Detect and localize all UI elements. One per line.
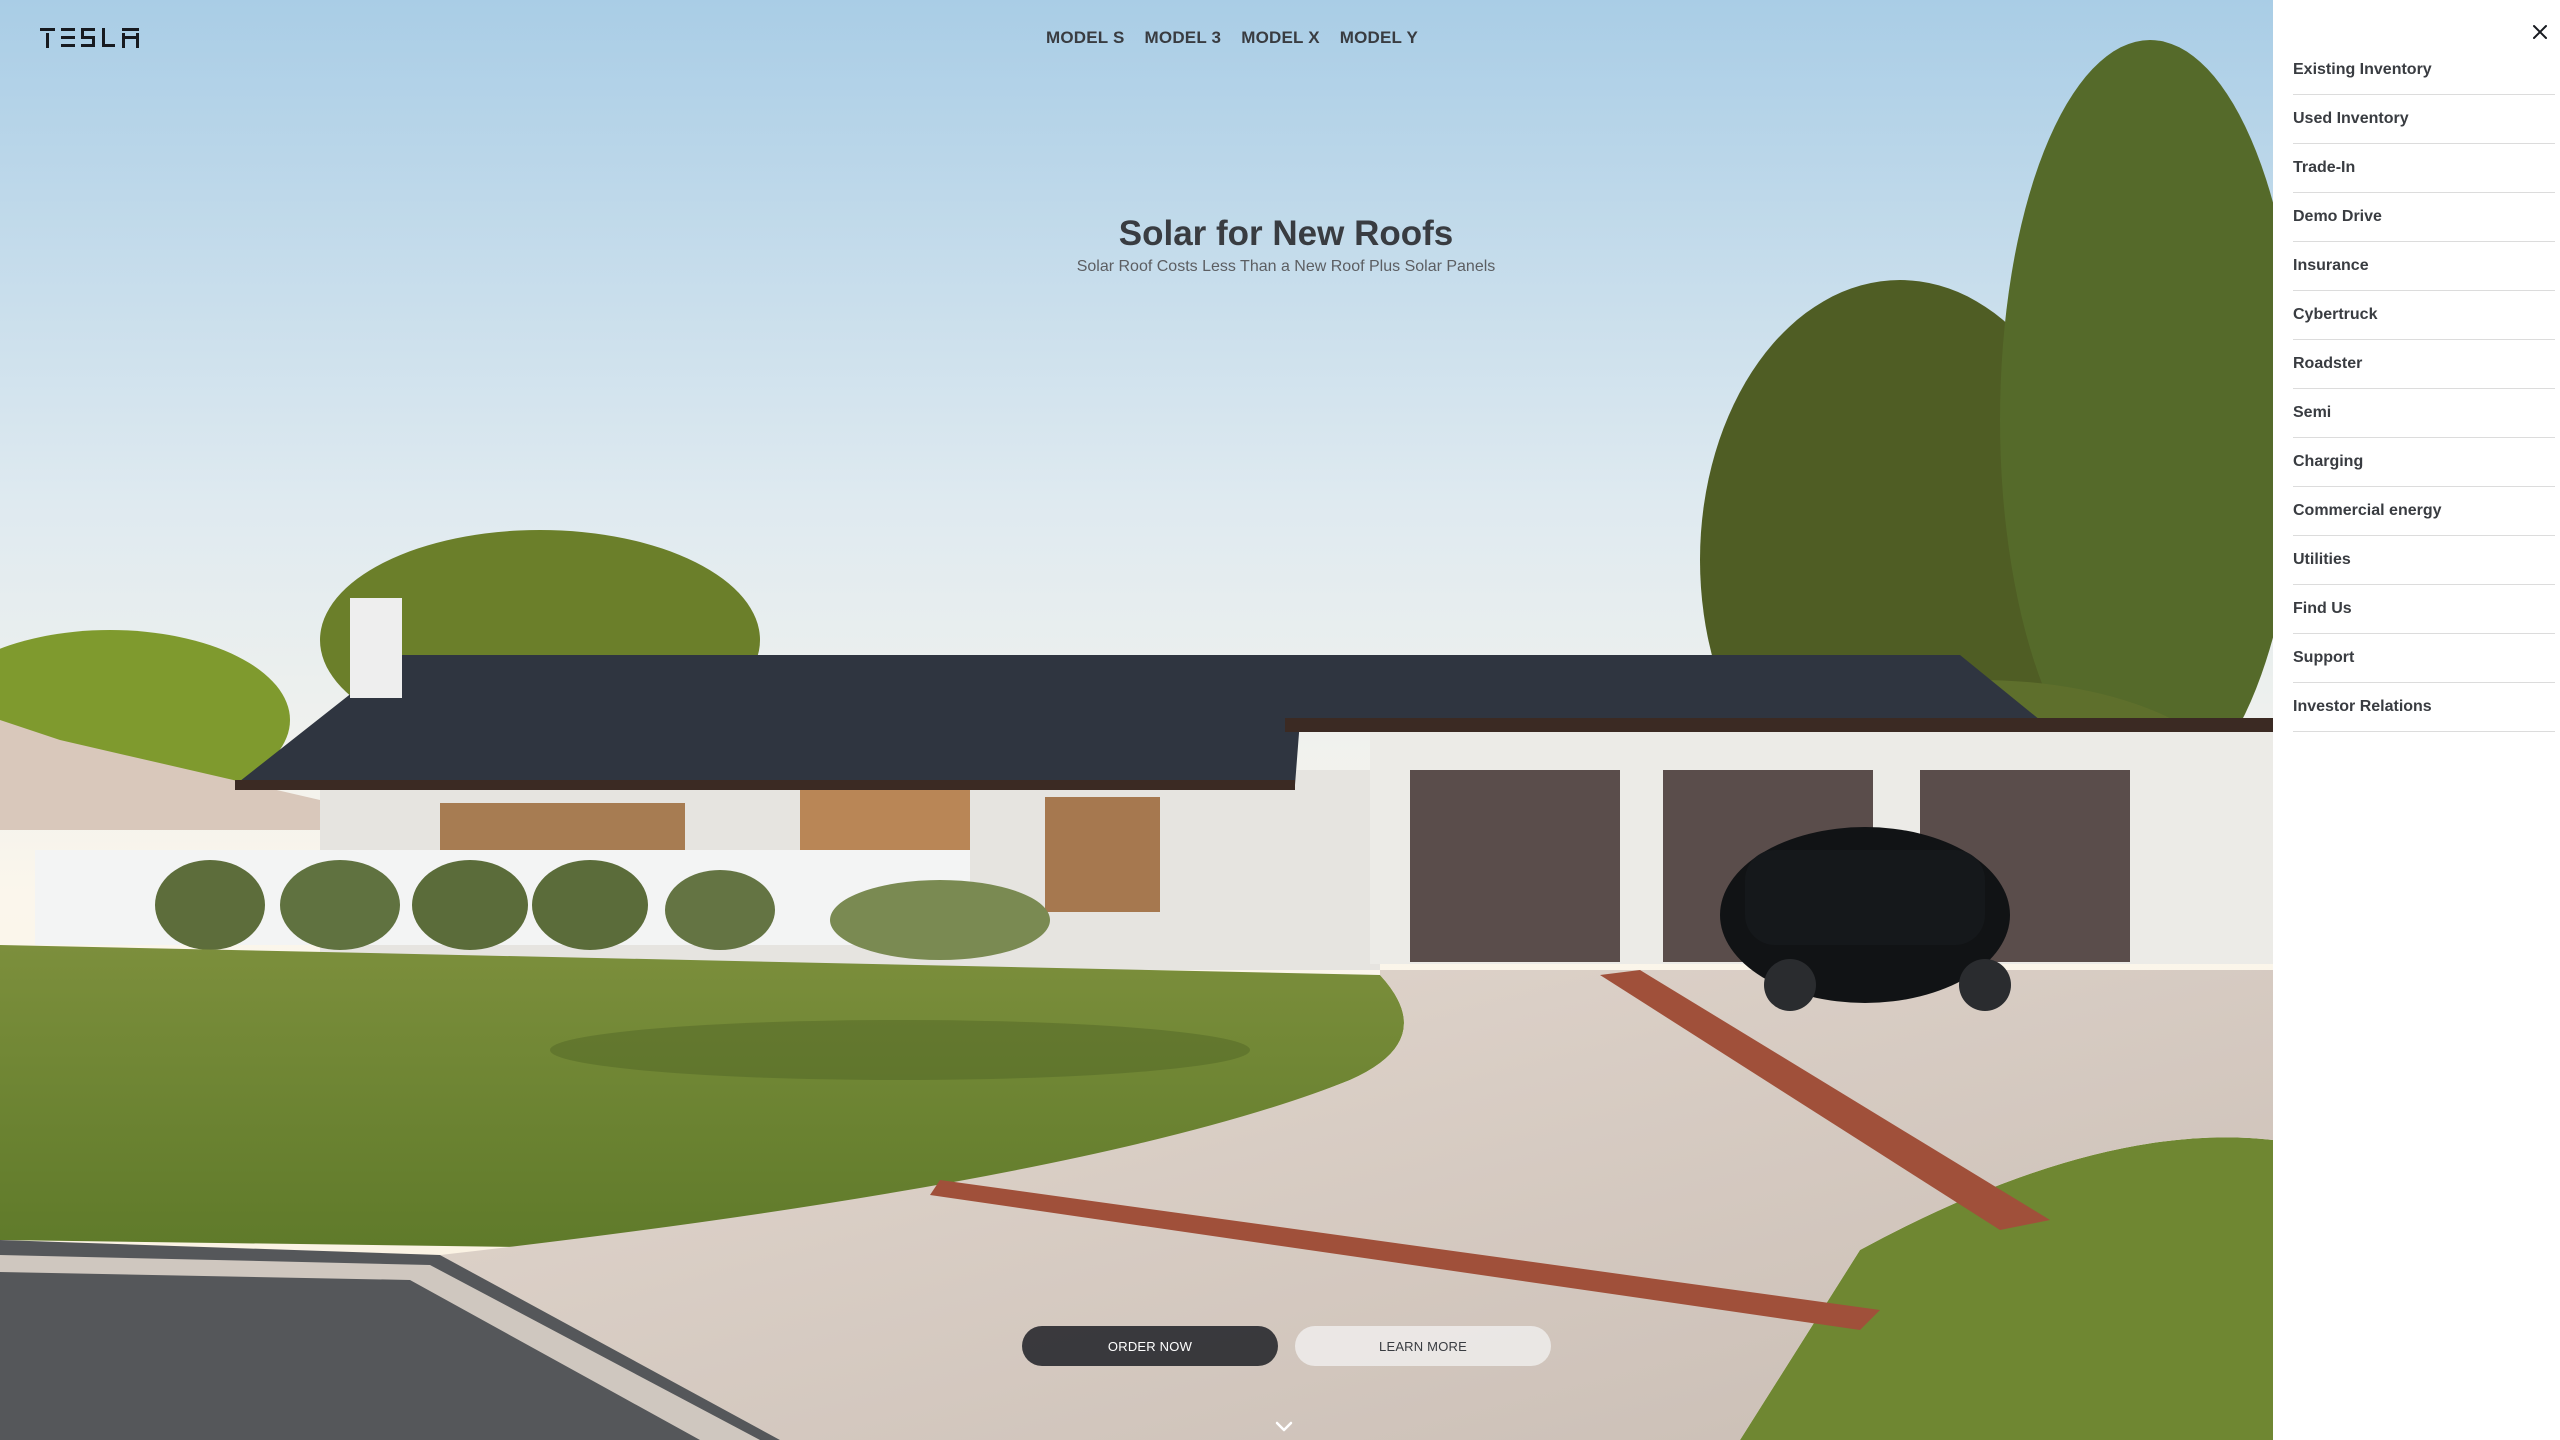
menu-item-cybertruck[interactable]: Cybertruck — [2293, 291, 2555, 340]
menu-item-demo-drive[interactable]: Demo Drive — [2293, 193, 2555, 242]
learn-more-button[interactable]: LEARN MORE — [1295, 1326, 1551, 1366]
tesla-wordmark-icon — [40, 28, 139, 48]
close-icon[interactable] — [2530, 22, 2550, 42]
menu-item-investor-relations[interactable]: Investor Relations — [2293, 683, 2555, 732]
tesla-logo[interactable] — [40, 26, 143, 53]
menu-item-trade-in[interactable]: Trade-In — [2293, 144, 2555, 193]
order-now-button[interactable]: ORDER NOW — [1022, 1326, 1278, 1366]
hero-subtitle: Solar Roof Costs Less Than a New Roof Pl… — [1076, 258, 1496, 275]
top-nav: MODEL S MODEL 3 MODEL X MODEL Y — [1046, 28, 1418, 48]
hero-title: Solar for New Roofs — [1118, 214, 1454, 253]
chevron-down-icon[interactable] — [1274, 1420, 1294, 1434]
side-menu-list: Existing Inventory Used Inventory Trade-… — [2293, 46, 2555, 732]
nav-model-3[interactable]: MODEL 3 — [1145, 28, 1222, 48]
hero-section: MODEL S MODEL 3 MODEL X MODEL Y Solar fo… — [0, 0, 2273, 1440]
menu-item-semi[interactable]: Semi — [2293, 389, 2555, 438]
nav-model-s[interactable]: MODEL S — [1046, 28, 1125, 48]
menu-item-utilities[interactable]: Utilities — [2293, 536, 2555, 585]
nav-model-y[interactable]: MODEL Y — [1340, 28, 1418, 48]
menu-item-used-inventory[interactable]: Used Inventory — [2293, 95, 2555, 144]
menu-item-charging[interactable]: Charging — [2293, 438, 2555, 487]
menu-item-roadster[interactable]: Roadster — [2293, 340, 2555, 389]
nav-model-x[interactable]: MODEL X — [1241, 28, 1320, 48]
menu-item-support[interactable]: Support — [2293, 634, 2555, 683]
hero-headline: Solar for New Roofs Solar Roof Costs Les… — [0, 214, 2273, 276]
menu-item-commercial-energy[interactable]: Commercial energy — [2293, 487, 2555, 536]
menu-item-insurance[interactable]: Insurance — [2293, 242, 2555, 291]
menu-item-existing-inventory[interactable]: Existing Inventory — [2293, 46, 2555, 95]
menu-item-find-us[interactable]: Find Us — [2293, 585, 2555, 634]
